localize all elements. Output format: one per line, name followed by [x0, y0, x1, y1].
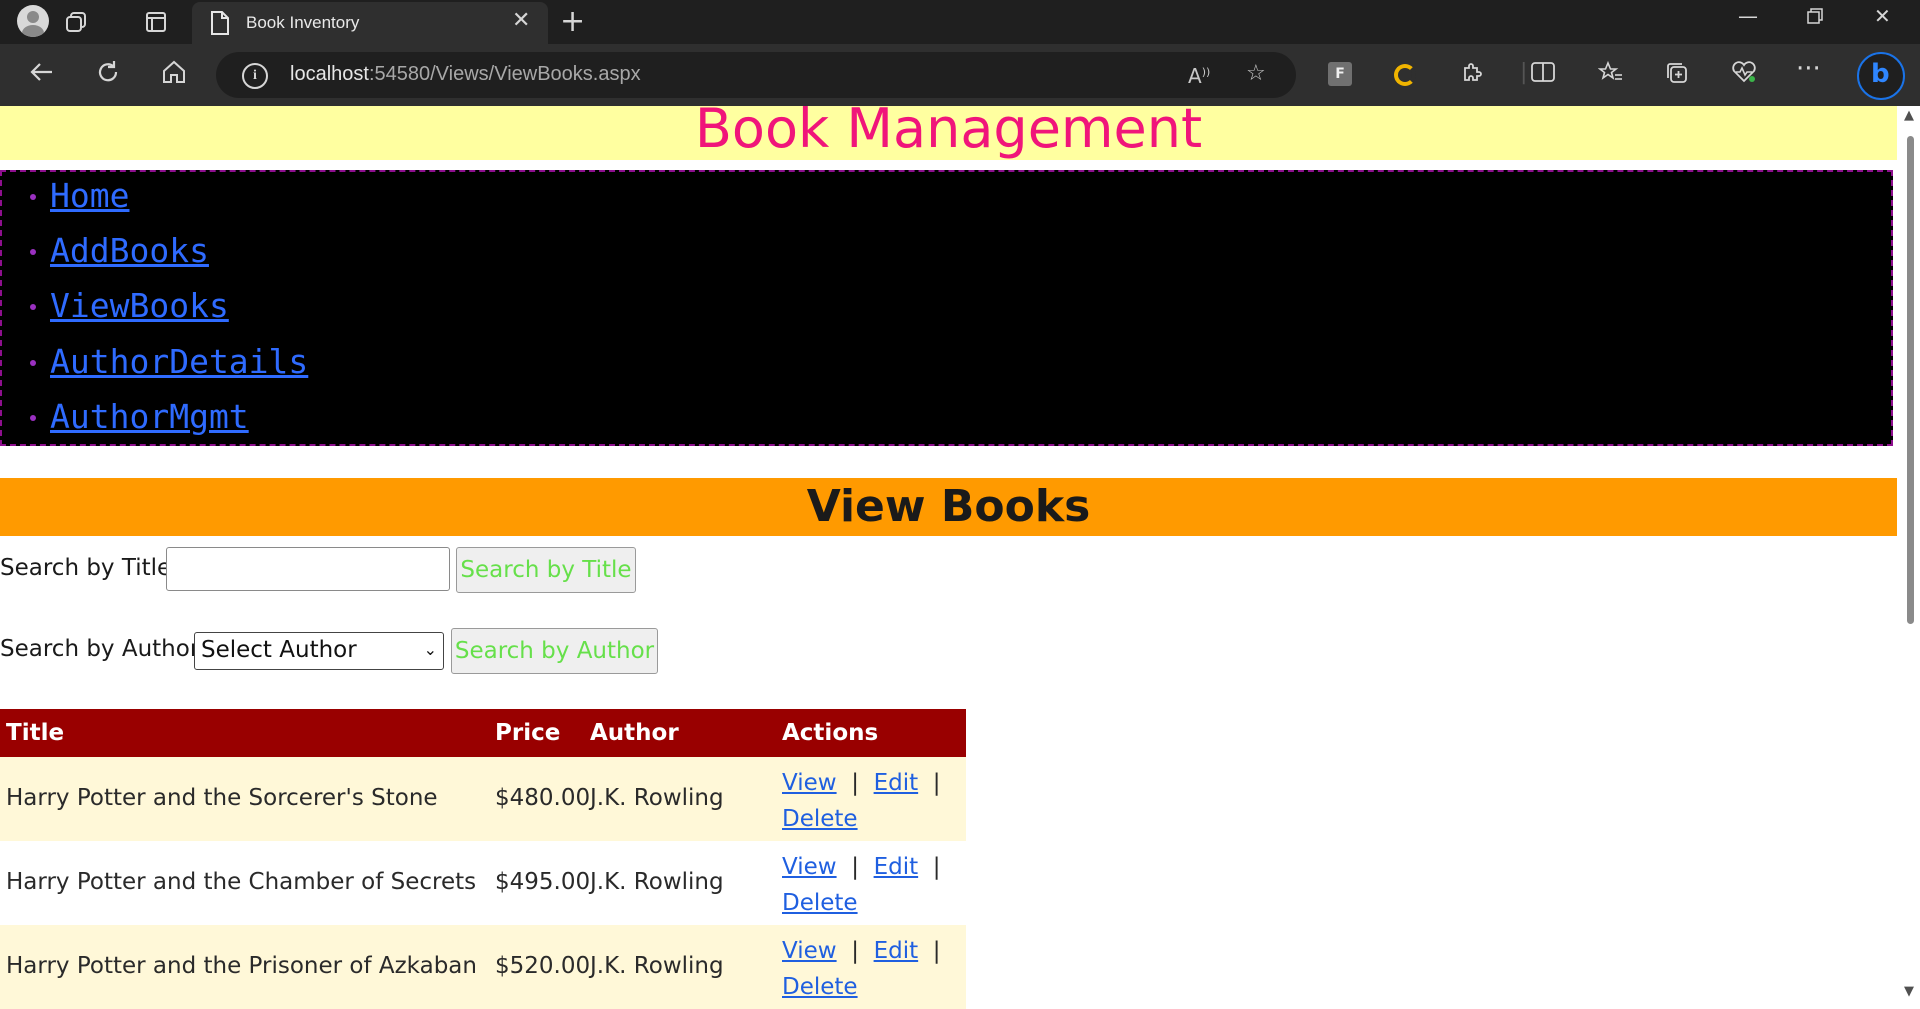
active-tab[interactable]: Book Inventory ✕ [192, 2, 548, 44]
site-title: Book Management [694, 106, 1203, 160]
cell-author: J.K. Rowling [590, 869, 724, 895]
edit-link[interactable]: Edit [874, 770, 919, 796]
back-arrow-icon[interactable] [28, 58, 56, 93]
view-link[interactable]: View [782, 770, 837, 796]
nav-link-authordetails[interactable]: AuthorDetails [50, 342, 308, 381]
heartbeat-icon[interactable] [1730, 60, 1758, 90]
scroll-down-icon[interactable]: ▼ [1904, 984, 1914, 999]
site-header: Book Management [0, 106, 1897, 160]
chevron-down-icon: ⌄ [423, 640, 437, 659]
table-row: Harry Potter and the Chamber of Secrets … [0, 841, 966, 925]
restore-icon[interactable] [1806, 6, 1824, 30]
bullet-icon [30, 360, 36, 366]
more-icon[interactable]: ··· [1796, 54, 1821, 84]
split-screen-icon[interactable] [1530, 60, 1556, 90]
page-viewport: Book Management Home AddBooks ViewBooks … [0, 106, 1900, 1009]
refresh-icon[interactable] [94, 58, 122, 93]
search-author-row: Search by Author: Select Author ⌄ Search… [0, 628, 700, 674]
separator: | [932, 770, 941, 796]
table-header: Title Price Author Actions [0, 709, 966, 757]
cell-title: Harry Potter and the Chamber of Secrets [6, 869, 477, 895]
cell-actions: View | Edit | Delete [782, 933, 962, 1005]
table-row: Harry Potter and the Prisoner of Azkaban… [0, 925, 966, 1009]
tab-title: Book Inventory [246, 13, 360, 32]
separator: | [932, 938, 941, 964]
cell-actions: View | Edit | Delete [782, 765, 962, 837]
vertical-scrollbar[interactable]: ▲ ▼ [1900, 106, 1920, 1009]
search-title-row: Search by Title: Search by Title [0, 547, 700, 593]
nav-link-viewbooks[interactable]: ViewBooks [50, 286, 229, 325]
separator: | [851, 770, 859, 796]
separator: | [851, 938, 859, 964]
minimize-icon[interactable]: — [1738, 4, 1758, 28]
tab-actions-icon[interactable] [142, 8, 170, 36]
cell-title: Harry Potter and the Sorcerer's Stone [6, 785, 438, 811]
edit-link[interactable]: Edit [874, 854, 919, 880]
toolbar-divider: | [1520, 60, 1528, 85]
cell-title: Harry Potter and the Prisoner of Azkaban [6, 953, 477, 979]
window-close-icon[interactable]: ✕ [1874, 4, 1891, 28]
home-icon[interactable] [160, 58, 188, 93]
view-link[interactable]: View [782, 854, 837, 880]
separator: | [851, 854, 859, 880]
puzzle-icon[interactable] [1460, 60, 1484, 90]
search-title-label: Search by Title: [0, 555, 179, 581]
new-tab-button[interactable]: + [560, 4, 585, 39]
url-field[interactable]: i localhost:54580/Views/ViewBooks.aspx A… [216, 52, 1296, 98]
section-header: View Books [0, 478, 1897, 536]
bullet-icon [30, 194, 36, 200]
cell-price: $495.00 [495, 869, 591, 895]
scroll-up-icon[interactable]: ▲ [1904, 108, 1914, 123]
search-title-button[interactable]: Search by Title [456, 547, 636, 593]
cell-author: J.K. Rowling [590, 785, 724, 811]
view-link[interactable]: View [782, 938, 837, 964]
cell-price: $480.00 [495, 785, 591, 811]
read-aloud-icon[interactable]: A)) [1188, 64, 1210, 88]
scrollbar-thumb[interactable] [1907, 136, 1914, 624]
extension-ring-icon[interactable] [1394, 64, 1416, 86]
favorites-icon[interactable] [1597, 60, 1624, 90]
info-icon[interactable]: i [242, 63, 268, 89]
browser-address-bar: i localhost:54580/Views/ViewBooks.aspx A… [0, 44, 1920, 107]
column-header-price: Price [495, 720, 561, 746]
edit-link[interactable]: Edit [874, 938, 919, 964]
star-icon[interactable]: ☆ [1246, 61, 1266, 86]
bing-icon[interactable]: b [1857, 52, 1905, 100]
column-header-author: Author [590, 720, 679, 746]
nav-link-addbooks[interactable]: AddBooks [50, 231, 209, 270]
search-title-input[interactable] [166, 547, 450, 591]
browser-tab-bar: Book Inventory ✕ + — ✕ [0, 0, 1920, 44]
column-header-title: Title [6, 720, 65, 746]
bullet-icon [30, 304, 36, 310]
close-icon[interactable]: ✕ [512, 8, 530, 33]
author-select[interactable]: Select Author ⌄ [194, 632, 444, 670]
table-row: Harry Potter and the Sorcerer's Stone $4… [0, 757, 966, 841]
separator: | [932, 854, 941, 880]
profile-icon[interactable] [17, 5, 49, 37]
author-select-value: Select Author [201, 637, 357, 663]
column-header-actions: Actions [782, 720, 879, 746]
bullet-icon [30, 249, 36, 255]
search-author-label: Search by Author: [0, 636, 207, 662]
collections-icon[interactable] [1664, 60, 1690, 92]
url-text: localhost:54580/Views/ViewBooks.aspx [290, 63, 641, 85]
nav-link-authormgmt[interactable]: AuthorMgmt [50, 397, 249, 436]
extension-f-icon[interactable]: F [1328, 62, 1352, 86]
delete-link[interactable]: Delete [782, 974, 858, 1000]
cell-price: $520.00 [495, 953, 591, 979]
delete-link[interactable]: Delete [782, 806, 858, 832]
workspaces-icon[interactable] [62, 8, 90, 36]
page-icon [210, 10, 232, 36]
bullet-icon [30, 415, 36, 421]
nav-link-home[interactable]: Home [50, 176, 129, 215]
delete-link[interactable]: Delete [782, 890, 858, 916]
page-title: View Books [806, 481, 1091, 532]
search-author-button[interactable]: Search by Author [451, 628, 658, 674]
cell-actions: View | Edit | Delete [782, 849, 962, 921]
nav-menu: Home AddBooks ViewBooks AuthorDetails Au… [0, 170, 1893, 446]
cell-author: J.K. Rowling [590, 953, 724, 979]
